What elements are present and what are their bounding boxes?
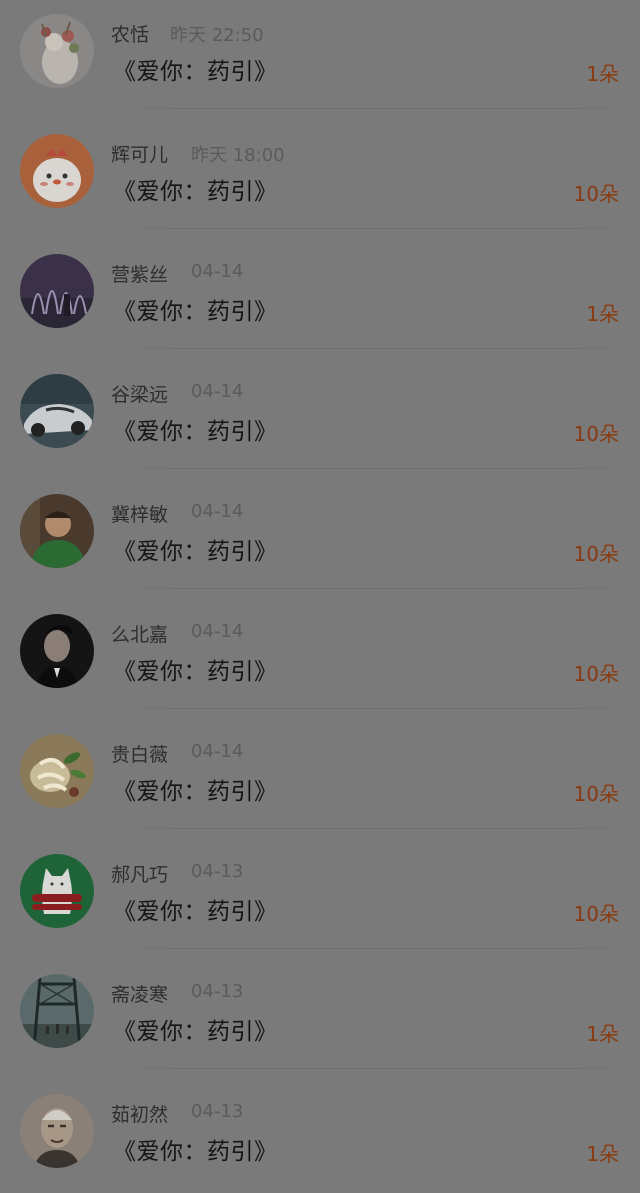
divider bbox=[111, 1068, 640, 1069]
send-time: 04-14 bbox=[191, 501, 244, 522]
bridge-people-avatar[interactable] bbox=[20, 974, 94, 1048]
send-time: 04-14 bbox=[191, 381, 244, 402]
send-time: 04-13 bbox=[191, 981, 244, 1002]
book-title: 《爱你：药引》 bbox=[113, 899, 278, 925]
sender-name: 营紫丝 bbox=[111, 264, 169, 286]
divider bbox=[111, 108, 640, 109]
list-item[interactable]: 谷梁远 04-14 《爱你：药引》 10朵 bbox=[0, 360, 640, 480]
sender-name: 斋凌寒 bbox=[111, 984, 169, 1006]
divider bbox=[111, 588, 640, 589]
gift-record-list: 农恬 昨天 22:50 《爱你：药引》 1朵 辉可儿 昨天 18:00 《爱你：… bbox=[0, 0, 640, 1193]
cartoon-chick-avatar[interactable] bbox=[20, 134, 94, 208]
white-cat-green-avatar[interactable] bbox=[20, 854, 94, 928]
book-title: 《爱你：药引》 bbox=[113, 1139, 278, 1165]
sender-name: 么北嘉 bbox=[111, 624, 169, 646]
list-item[interactable]: 营紫丝 04-14 《爱你：药引》 1朵 bbox=[0, 240, 640, 360]
send-time: 昨天 18:00 bbox=[191, 145, 285, 166]
list-item[interactable]: 郝凡巧 04-13 《爱你：药引》 10朵 bbox=[0, 840, 640, 960]
list-item[interactable]: 农恬 昨天 22:50 《爱你：药引》 1朵 bbox=[0, 0, 640, 120]
flower-count: 10朵 bbox=[573, 422, 619, 446]
divider bbox=[111, 708, 640, 709]
book-title: 《爱你：药引》 bbox=[113, 59, 278, 85]
divider bbox=[111, 468, 640, 469]
flower-count: 10朵 bbox=[573, 902, 619, 926]
flower-count: 1朵 bbox=[586, 62, 619, 86]
sender-name: 郝凡巧 bbox=[111, 864, 169, 886]
sender-name: 贵白薇 bbox=[111, 744, 169, 766]
sender-name: 农恬 bbox=[111, 24, 150, 46]
divider bbox=[111, 228, 640, 229]
sender-name: 冀梓敏 bbox=[111, 504, 169, 526]
send-time: 04-14 bbox=[191, 621, 244, 642]
man-dark-portrait-avatar[interactable] bbox=[20, 614, 94, 688]
list-item[interactable]: 茹初然 04-13 《爱你：药引》 1朵 bbox=[0, 1080, 640, 1193]
list-item[interactable]: 斋凌寒 04-13 《爱你：药引》 1朵 bbox=[0, 960, 640, 1080]
flower-count: 10朵 bbox=[573, 662, 619, 686]
old-man-portrait-avatar[interactable] bbox=[20, 1094, 94, 1168]
book-title: 《爱你：药引》 bbox=[113, 1019, 278, 1045]
list-item[interactable]: 辉可儿 昨天 18:00 《爱你：药引》 10朵 bbox=[0, 120, 640, 240]
list-item[interactable]: 贵白薇 04-14 《爱你：药引》 10朵 bbox=[0, 720, 640, 840]
send-time: 04-13 bbox=[191, 1101, 244, 1122]
fountain-night-avatar[interactable] bbox=[20, 254, 94, 328]
divider bbox=[111, 348, 640, 349]
flower-count: 10朵 bbox=[573, 542, 619, 566]
deer-flower-avatar[interactable] bbox=[20, 14, 94, 88]
sender-name: 茹初然 bbox=[111, 1104, 169, 1126]
sports-car-avatar[interactable] bbox=[20, 374, 94, 448]
sender-name: 谷梁远 bbox=[111, 384, 169, 406]
divider bbox=[111, 948, 640, 949]
book-title: 《爱你：药引》 bbox=[113, 419, 278, 445]
send-time: 04-13 bbox=[191, 861, 244, 882]
send-time: 昨天 22:50 bbox=[170, 25, 264, 46]
send-time: 04-14 bbox=[191, 261, 244, 282]
divider bbox=[111, 828, 640, 829]
boy-green-shirt-avatar[interactable] bbox=[20, 494, 94, 568]
book-title: 《爱你：药引》 bbox=[113, 299, 278, 325]
flower-count: 1朵 bbox=[586, 302, 619, 326]
book-title: 《爱你：药引》 bbox=[113, 659, 278, 685]
sender-name: 辉可儿 bbox=[111, 144, 169, 166]
flower-count: 1朵 bbox=[586, 1022, 619, 1046]
flower-count: 10朵 bbox=[573, 782, 619, 806]
list-item[interactable]: 么北嘉 04-14 《爱你：药引》 10朵 bbox=[0, 600, 640, 720]
book-title: 《爱你：药引》 bbox=[113, 179, 278, 205]
book-title: 《爱你：药引》 bbox=[113, 539, 278, 565]
send-time: 04-14 bbox=[191, 741, 244, 762]
flower-plant-avatar[interactable] bbox=[20, 734, 94, 808]
flower-count: 10朵 bbox=[573, 182, 619, 206]
list-item[interactable]: 冀梓敏 04-14 《爱你：药引》 10朵 bbox=[0, 480, 640, 600]
book-title: 《爱你：药引》 bbox=[113, 779, 278, 805]
flower-count: 1朵 bbox=[586, 1142, 619, 1166]
